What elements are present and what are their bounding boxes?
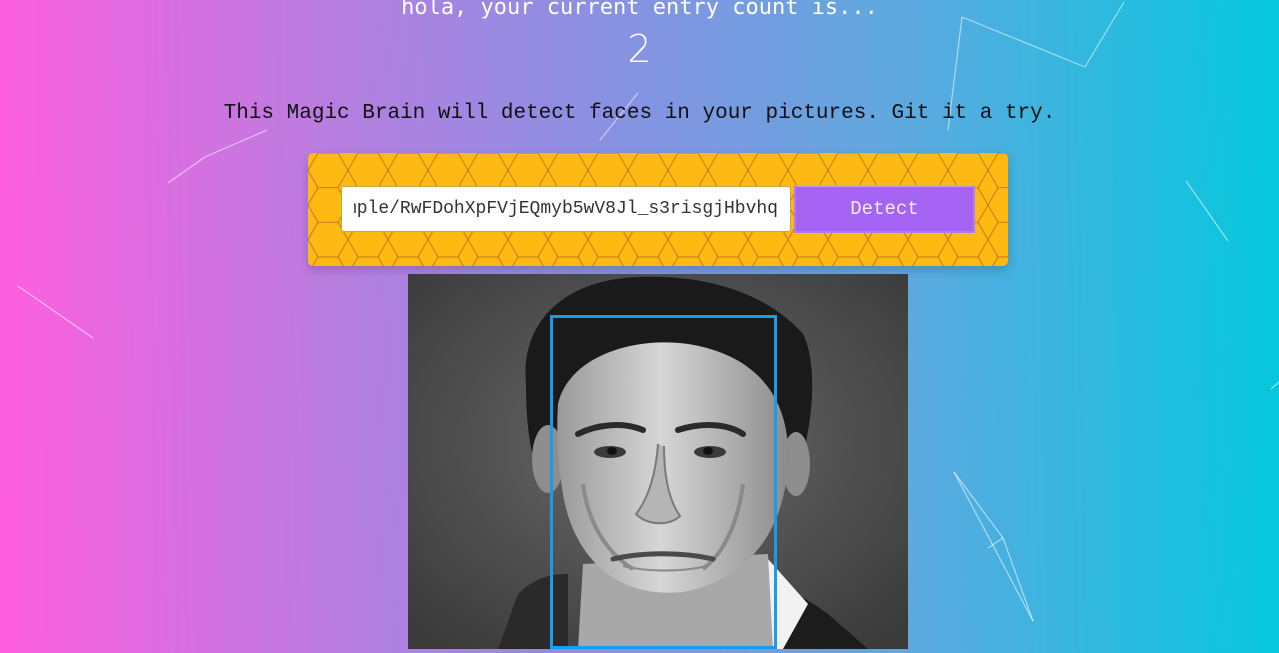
entry-count-value: 2: [627, 27, 652, 71]
image-url-input[interactable]: [341, 186, 791, 232]
detect-button[interactable]: Detect: [794, 185, 975, 233]
face-image-container: [408, 274, 908, 649]
intro-text: This Magic Brain will detect faces in yo…: [223, 102, 1056, 125]
face-bounding-box: [550, 315, 777, 649]
entry-count-label: hola, your current entry count is...: [401, 0, 878, 20]
image-link-form: Detect: [308, 153, 1008, 266]
